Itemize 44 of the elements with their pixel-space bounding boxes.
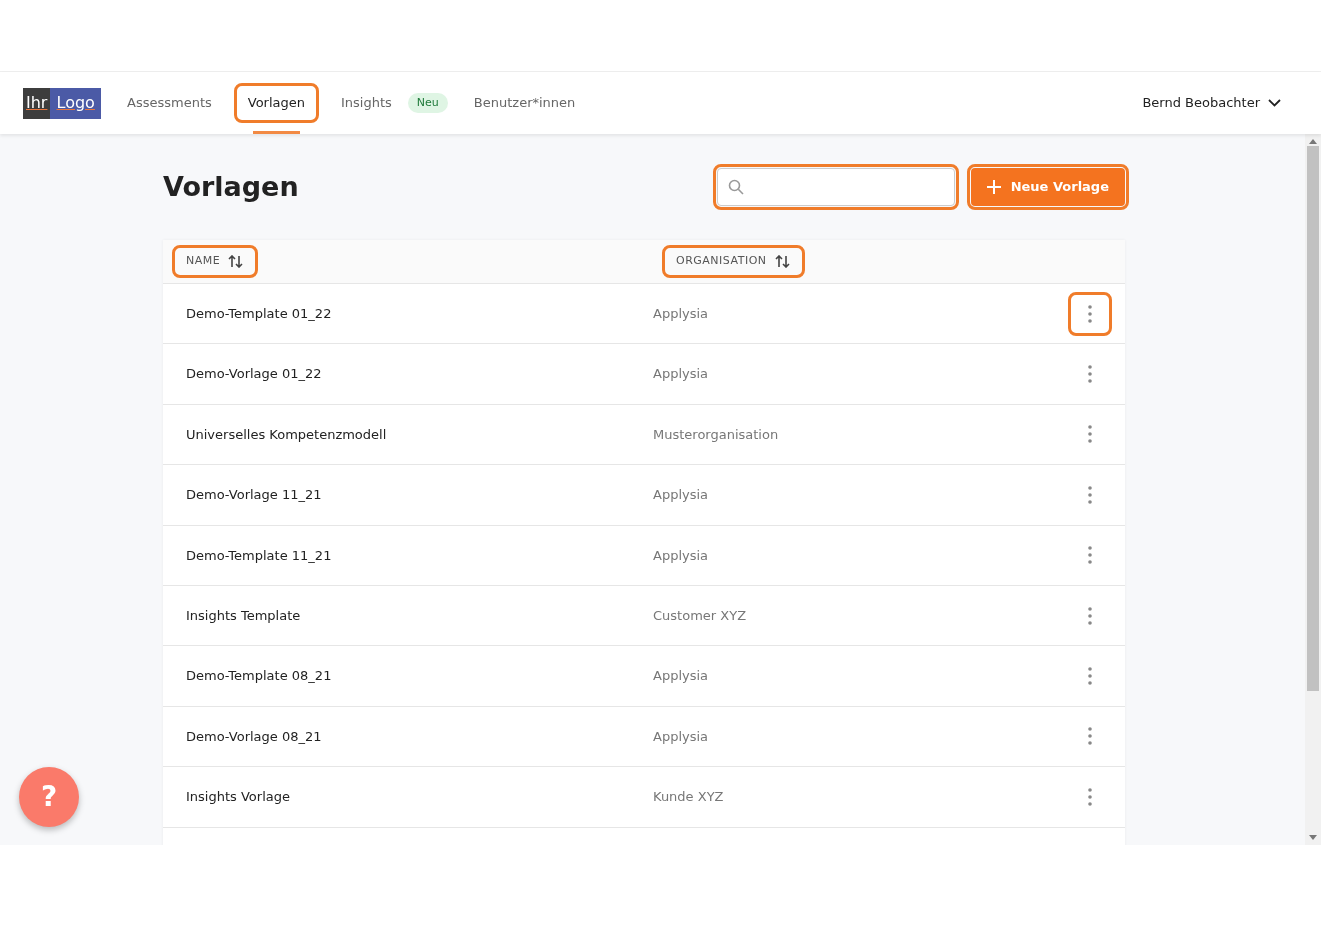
organisation-name: Applysia bbox=[653, 486, 710, 505]
chevron-down-icon bbox=[1268, 99, 1281, 107]
column-header[interactable]: NAME bbox=[176, 249, 255, 274]
template-name[interactable]: Insights Vorlage bbox=[163, 787, 653, 807]
template-name[interactable]: Demo-Vorlage 01_22 bbox=[163, 364, 653, 384]
kebab-menu-icon bbox=[1088, 667, 1092, 686]
organisation-name: Applysia bbox=[653, 304, 710, 323]
organisation-name: Applysia bbox=[653, 667, 710, 686]
nav-tab[interactable]: Insights bbox=[331, 87, 402, 119]
column-header[interactable]: ORGANISATION bbox=[666, 249, 801, 274]
new-badge: Neu bbox=[407, 92, 448, 114]
kebab-menu-icon bbox=[1088, 606, 1092, 625]
kebab-menu-icon bbox=[1088, 546, 1092, 565]
nav-tab[interactable]: Assessments bbox=[117, 87, 222, 119]
template-name[interactable]: Demo-Template 01_22 bbox=[163, 303, 653, 324]
sort-icon bbox=[774, 255, 791, 268]
template-name[interactable]: Insights Template bbox=[163, 605, 653, 626]
organisation-name: Applysia bbox=[653, 727, 710, 746]
page-title: Vorlagen bbox=[163, 170, 299, 204]
scroll-up-icon[interactable] bbox=[1309, 138, 1317, 144]
kebab-menu-icon bbox=[1088, 425, 1092, 444]
template-name[interactable]: Demo-Template 08_21 bbox=[163, 666, 653, 686]
template-name[interactable]: Demo-Vorlage 11_21 bbox=[163, 485, 653, 505]
sort-icon bbox=[228, 255, 245, 268]
template-name[interactable]: Demo-Vorlage 08_21 bbox=[163, 726, 653, 747]
organisation-name: Customer XYZ bbox=[653, 606, 748, 625]
organisation-name: Kunde XYZ bbox=[653, 788, 725, 807]
plus-icon bbox=[986, 180, 1001, 194]
kebab-menu-icon bbox=[1088, 485, 1092, 504]
organisation-name: Musterorganisation bbox=[653, 425, 780, 444]
user-menu[interactable]: Bernd Beobachter bbox=[1136, 92, 1287, 114]
kebab-menu-icon bbox=[1088, 727, 1092, 746]
kebab-menu-icon bbox=[1088, 304, 1092, 323]
nav-tab[interactable]: Benutzer*innen bbox=[463, 87, 586, 119]
kebab-menu-icon bbox=[1088, 787, 1092, 806]
kebab-menu-icon bbox=[1088, 365, 1092, 384]
active-tab-indicator bbox=[253, 131, 300, 134]
scroll-down-icon[interactable] bbox=[1309, 835, 1317, 841]
organisation-name: Applysia bbox=[653, 365, 710, 384]
scrollbar[interactable] bbox=[1305, 134, 1321, 845]
template-name[interactable]: Universelles Kompetenzmodell bbox=[163, 424, 653, 445]
organisation-name: Applysia bbox=[653, 546, 710, 565]
template-name[interactable]: Demo-Template 11_21 bbox=[163, 545, 653, 565]
search-icon bbox=[727, 179, 744, 195]
